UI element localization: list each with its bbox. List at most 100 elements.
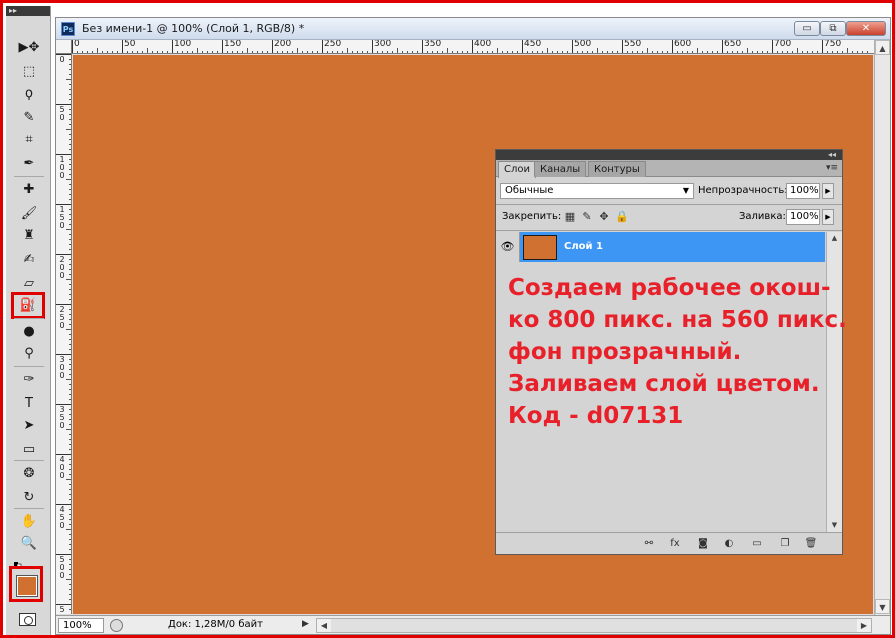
healing-brush-tool-icon[interactable]: ✚ bbox=[14, 180, 44, 199]
3d-orbit-tool-icon[interactable]: ↻ bbox=[14, 488, 44, 507]
adjustment-layer-icon[interactable]: ◐ bbox=[722, 537, 736, 550]
layers-panel: ◂◂ Слои Каналы Контуры ▾≡ Обычные ▼ Непр… bbox=[495, 149, 847, 555]
layer-name[interactable]: Слой 1 bbox=[564, 241, 603, 252]
scroll-left-icon[interactable]: ◀ bbox=[317, 619, 331, 632]
rectangle-tool-icon[interactable]: ▭ bbox=[14, 440, 44, 459]
ruler-tick bbox=[122, 40, 123, 53]
ruler-origin[interactable] bbox=[56, 40, 72, 54]
ruler-minor-tick bbox=[69, 369, 71, 370]
scroll-right-icon[interactable]: ▶ bbox=[857, 619, 871, 632]
3d-rotate-tool-icon[interactable]: ❂ bbox=[14, 464, 44, 483]
quick-mask-icon[interactable] bbox=[19, 613, 36, 626]
ruler-minor-tick bbox=[482, 51, 483, 53]
tool-separator bbox=[14, 176, 44, 177]
ruler-minor-tick bbox=[592, 51, 593, 53]
ruler-minor-tick bbox=[652, 51, 653, 53]
fill-input[interactable]: 100% bbox=[786, 209, 820, 225]
new-group-icon[interactable]: ▭ bbox=[750, 537, 764, 550]
chevron-down-icon: ▼ bbox=[682, 186, 689, 195]
tools-panel-header[interactable]: ▸▸ bbox=[6, 6, 50, 16]
eye-icon[interactable]: 👁 bbox=[496, 232, 520, 262]
status-menu-icon[interactable] bbox=[110, 619, 123, 632]
brush-tool-icon[interactable]: 🖌 bbox=[14, 204, 44, 223]
tool-separator bbox=[14, 366, 44, 367]
ruler-minor-tick bbox=[69, 584, 71, 585]
ruler-minor-tick bbox=[66, 429, 71, 430]
ruler-minor-tick bbox=[137, 51, 138, 53]
zoom-tool-icon[interactable]: 🔍 bbox=[14, 534, 44, 553]
opacity-slider-arrow[interactable]: ▶ bbox=[822, 183, 834, 199]
scroll-down-icon[interactable]: ▼ bbox=[875, 599, 890, 614]
ruler-minor-tick bbox=[69, 374, 71, 375]
layer-thumbnail[interactable] bbox=[523, 235, 557, 260]
layer-row[interactable]: 👁 Слой 1 bbox=[496, 232, 825, 262]
ruler-minor-tick bbox=[69, 564, 71, 565]
panel-collapse-icon[interactable]: ◂◂ bbox=[496, 150, 842, 160]
close-button[interactable]: ✕ bbox=[846, 21, 886, 36]
color-swatch-highlight bbox=[9, 566, 43, 602]
new-layer-icon[interactable]: ❐ bbox=[778, 537, 792, 550]
ruler-label: 50 bbox=[124, 40, 136, 49]
link-layers-icon[interactable]: ⚯ bbox=[642, 537, 656, 550]
lock-pixels-icon[interactable]: ✎ bbox=[581, 211, 593, 223]
hand-tool-icon[interactable]: ✋ bbox=[14, 512, 44, 531]
scroll-up-icon[interactable]: ▲ bbox=[875, 40, 890, 55]
tab-paths[interactable]: Контуры bbox=[588, 161, 646, 177]
ruler-minor-tick bbox=[69, 299, 71, 300]
scroll-up-icon[interactable]: ▲ bbox=[827, 232, 842, 244]
ruler-minor-tick bbox=[197, 48, 198, 53]
ruler-minor-tick bbox=[69, 464, 71, 465]
lasso-tool-icon[interactable]: ϙ bbox=[14, 84, 44, 103]
horizontal-ruler[interactable]: 0 50 100 150 200 250 300 350 400 450 500 550 600 650 7… bbox=[72, 40, 874, 54]
pen-tool-icon[interactable]: ✑ bbox=[14, 370, 44, 389]
ruler-minor-tick bbox=[707, 51, 708, 53]
tab-layers[interactable]: Слои bbox=[498, 161, 536, 178]
document-titlebar[interactable]: Ps Без имени-1 @ 100% (Слой 1, RGB/8) * … bbox=[56, 18, 890, 40]
move-tool-icon[interactable]: ▶✥ bbox=[14, 38, 44, 57]
eyedropper-tool-icon[interactable]: ✒ bbox=[14, 154, 44, 173]
zoom-input[interactable]: 100% bbox=[58, 618, 104, 633]
vertical-scrollbar[interactable]: ▲ ▼ bbox=[874, 40, 890, 616]
paint-bucket-tool-icon[interactable]: ⛽ bbox=[11, 292, 45, 319]
delete-layer-icon[interactable]: 🗑 bbox=[804, 537, 818, 550]
status-flyout-icon[interactable]: ▶ bbox=[302, 619, 309, 629]
blend-mode-select[interactable]: Обычные ▼ bbox=[500, 183, 694, 199]
minimize-button[interactable]: ▭ bbox=[794, 21, 820, 36]
crop-tool-icon[interactable]: ⌗ bbox=[14, 130, 44, 149]
ruler-minor-tick bbox=[69, 309, 71, 310]
vertical-ruler[interactable]: 0 5 0 1 0 0 1 5 0 2 0 0 2 5 0 3 0 0 3 5 0 4 0 0 4… bbox=[56, 54, 72, 614]
opacity-input[interactable]: 100% bbox=[786, 183, 820, 199]
ruler-minor-tick bbox=[447, 48, 448, 53]
tool-separator bbox=[14, 460, 44, 461]
add-mask-icon[interactable]: ◙ bbox=[696, 537, 710, 550]
instruction-line: фон прозрачный. bbox=[508, 339, 742, 365]
lock-all-icon[interactable]: 🔒 bbox=[615, 211, 629, 223]
lock-position-icon[interactable]: ✥ bbox=[598, 211, 610, 223]
lock-transparency-icon[interactable]: ▦ bbox=[564, 211, 576, 223]
tab-channels[interactable]: Каналы bbox=[534, 161, 587, 177]
path-select-tool-icon[interactable]: ➤ bbox=[14, 416, 44, 435]
type-tool-icon[interactable]: T bbox=[14, 394, 44, 413]
blur-tool-icon[interactable]: ● bbox=[14, 322, 44, 341]
history-brush-tool-icon[interactable]: ✍ bbox=[14, 250, 44, 269]
fill-slider-arrow[interactable]: ▶ bbox=[822, 209, 834, 225]
panel-menu-icon[interactable]: ▾≡ bbox=[826, 163, 838, 173]
quick-select-tool-icon[interactable]: ✎ bbox=[14, 108, 44, 127]
scroll-down-icon[interactable]: ▼ bbox=[827, 519, 842, 531]
ruler-tick bbox=[72, 40, 73, 53]
foreground-color-swatch[interactable] bbox=[16, 575, 38, 597]
ruler-tick bbox=[772, 40, 773, 53]
clone-stamp-tool-icon[interactable]: ♜ bbox=[14, 226, 44, 245]
ruler-minor-tick bbox=[69, 334, 71, 335]
ruler-label: 150 bbox=[224, 40, 242, 49]
restore-button[interactable]: ⧉ bbox=[820, 21, 846, 36]
eraser-tool-icon[interactable]: ▱ bbox=[14, 274, 44, 293]
ruler-tick bbox=[722, 40, 723, 53]
horizontal-scrollbar[interactable]: ◀ ▶ bbox=[316, 618, 872, 633]
marquee-tool-icon[interactable]: ⬚ bbox=[14, 62, 44, 81]
ruler-label: 550 bbox=[624, 40, 642, 49]
ruler-minor-tick bbox=[69, 444, 71, 445]
ruler-minor-tick bbox=[69, 419, 71, 420]
dodge-tool-icon[interactable]: ⚲ bbox=[14, 344, 44, 363]
layer-style-icon[interactable]: fx bbox=[668, 537, 682, 550]
